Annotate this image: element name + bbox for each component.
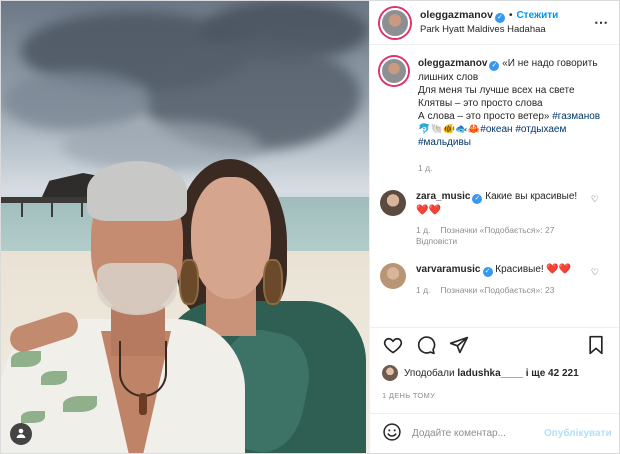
comment-time[interactable]: 1 д. bbox=[416, 225, 430, 235]
post-header: oleggazmanov ✓ • Стежити Park Hyatt Maldive… bbox=[370, 1, 619, 45]
avatar[interactable] bbox=[380, 7, 410, 38]
post-actions bbox=[370, 327, 619, 361]
caption-line: Клятвы – это просто слова bbox=[418, 98, 543, 109]
follow-button[interactable]: Стежити bbox=[516, 10, 558, 21]
photo-pier-pile bbox=[21, 201, 23, 217]
caption-username[interactable]: oleggazmanov bbox=[418, 58, 487, 69]
caption-line: Для меня ты лучше всех на свете bbox=[418, 85, 575, 96]
comment-body: zara_music ✓ Какие вы красивые! ❤️❤️ 1 д.… bbox=[416, 190, 609, 247]
hashtag-link[interactable]: #отдыхаем bbox=[515, 124, 566, 135]
instagram-post-modal: oleggazmanov ✓ • Стежити Park Hyatt Maldive… bbox=[0, 0, 620, 454]
comment-item: varvaramusic ✓ Красивые! ❤️❤️ 1 д. Позначк… bbox=[380, 263, 609, 296]
caption-line: «И не надо говорить bbox=[502, 58, 598, 69]
like-comment-heart-icon[interactable]: ♡ bbox=[591, 194, 599, 205]
separator-dot: • bbox=[508, 10, 513, 21]
emoji-smiley-icon[interactable] bbox=[382, 422, 402, 445]
comment-body: varvaramusic ✓ Красивые! ❤️❤️ 1 д. Позначк… bbox=[416, 263, 609, 296]
comments-list[interactable]: oleggazmanov ✓ «И не надо говорить лишних… bbox=[370, 45, 619, 321]
post-timestamp[interactable]: 1 ДЕНЬ ТОМУ bbox=[382, 391, 435, 400]
avatar[interactable] bbox=[382, 365, 398, 381]
comment-likes[interactable]: Позначки «Подобається»: 23 bbox=[440, 285, 554, 295]
comment-bubble-icon[interactable] bbox=[415, 334, 437, 356]
verified-badge-icon: ✓ bbox=[472, 194, 483, 204]
caption-line: А слова – это просто ветер» bbox=[418, 111, 550, 122]
hashtag-link[interactable]: #газманов bbox=[552, 111, 600, 122]
like-heart-icon[interactable] bbox=[382, 334, 404, 356]
comment-text: Красивые! ❤️❤️ bbox=[495, 264, 572, 275]
location-link[interactable]: Park Hyatt Maldives Hadahaa bbox=[420, 23, 594, 37]
photo-shirt-leaf bbox=[41, 371, 67, 385]
comment-meta: 1 д. Позначки «Подобається»: 23 bbox=[416, 285, 609, 296]
tagged-people-button[interactable] bbox=[10, 423, 32, 445]
photo-shirt-leaf bbox=[11, 351, 41, 367]
caption-meta: 1 д. bbox=[418, 163, 609, 174]
photo-earring bbox=[179, 259, 199, 305]
comment-item: zara_music ✓ Какие вы красивые! ❤️❤️ 1 д.… bbox=[380, 190, 609, 247]
photo-man-hair bbox=[87, 161, 187, 221]
photo-earring bbox=[263, 259, 283, 305]
avatar[interactable] bbox=[380, 263, 406, 289]
comment-username[interactable]: zara_music bbox=[416, 191, 470, 202]
comment-time[interactable]: 1 д. bbox=[416, 285, 430, 295]
caption-time[interactable]: 1 д. bbox=[418, 163, 432, 173]
comment-hearts: ❤️❤️ bbox=[416, 205, 441, 216]
liker-username[interactable]: ladushka____ bbox=[457, 368, 523, 379]
author-username[interactable]: oleggazmanov bbox=[420, 9, 493, 21]
caption-line: лишних слов bbox=[418, 72, 479, 83]
likes-count[interactable]: і ще 42 221 bbox=[526, 368, 579, 379]
photo-pendant bbox=[139, 393, 147, 415]
caption: oleggazmanov ✓ «И не надо говорить лишних… bbox=[380, 57, 609, 174]
reply-button[interactable]: Відповісти bbox=[416, 236, 457, 246]
caption-body: oleggazmanov ✓ «И не надо говорить лишних… bbox=[418, 57, 609, 174]
more-options-icon[interactable]: ⋯ bbox=[594, 14, 609, 31]
photo-shirt-leaf bbox=[63, 396, 97, 412]
photo-shirt-leaf bbox=[21, 411, 45, 423]
likes-prefix: Уподобали bbox=[404, 367, 455, 379]
photo-necklace bbox=[119, 341, 167, 397]
photo-woman-face bbox=[191, 177, 271, 299]
publish-button[interactable]: Опублікувати bbox=[544, 428, 612, 439]
avatar[interactable] bbox=[380, 57, 408, 85]
avatar[interactable] bbox=[380, 190, 406, 216]
photo-pier-pile bbox=[51, 201, 53, 217]
add-comment-bar: Опублікувати bbox=[370, 413, 619, 453]
photo-man-beard bbox=[97, 263, 177, 315]
comment-input[interactable] bbox=[412, 428, 544, 439]
comment-username[interactable]: varvaramusic bbox=[416, 264, 481, 275]
verified-badge-icon: ✓ bbox=[494, 13, 505, 23]
caption-emoji: 🐬🐚🐠🐟🦀 bbox=[418, 124, 481, 135]
share-send-icon[interactable] bbox=[448, 334, 470, 356]
bookmark-icon[interactable] bbox=[585, 334, 607, 356]
verified-badge-icon: ✓ bbox=[482, 267, 493, 277]
comment-text: Какие вы красивые! bbox=[485, 191, 578, 202]
hashtag-link[interactable]: #океан bbox=[480, 124, 512, 135]
user-icon bbox=[15, 427, 27, 442]
verified-badge-icon: ✓ bbox=[489, 61, 500, 71]
photo-pier-pile bbox=[81, 201, 83, 217]
post-header-text: oleggazmanov ✓ • Стежити Park Hyatt Maldive… bbox=[420, 8, 594, 37]
likes-summary: Уподобали ladushka____ і ще 42 221 bbox=[382, 365, 579, 381]
comment-likes[interactable]: Позначки «Подобається»: 27 bbox=[440, 225, 554, 235]
post-side-panel: oleggazmanov ✓ • Стежити Park Hyatt Maldive… bbox=[369, 1, 619, 453]
post-photo[interactable] bbox=[1, 1, 369, 453]
like-comment-heart-icon[interactable]: ♡ bbox=[591, 267, 599, 278]
comment-meta: 1 д. Позначки «Подобається»: 27 Відповіст… bbox=[416, 225, 609, 247]
hashtag-link[interactable]: #мальдивы bbox=[418, 137, 471, 148]
